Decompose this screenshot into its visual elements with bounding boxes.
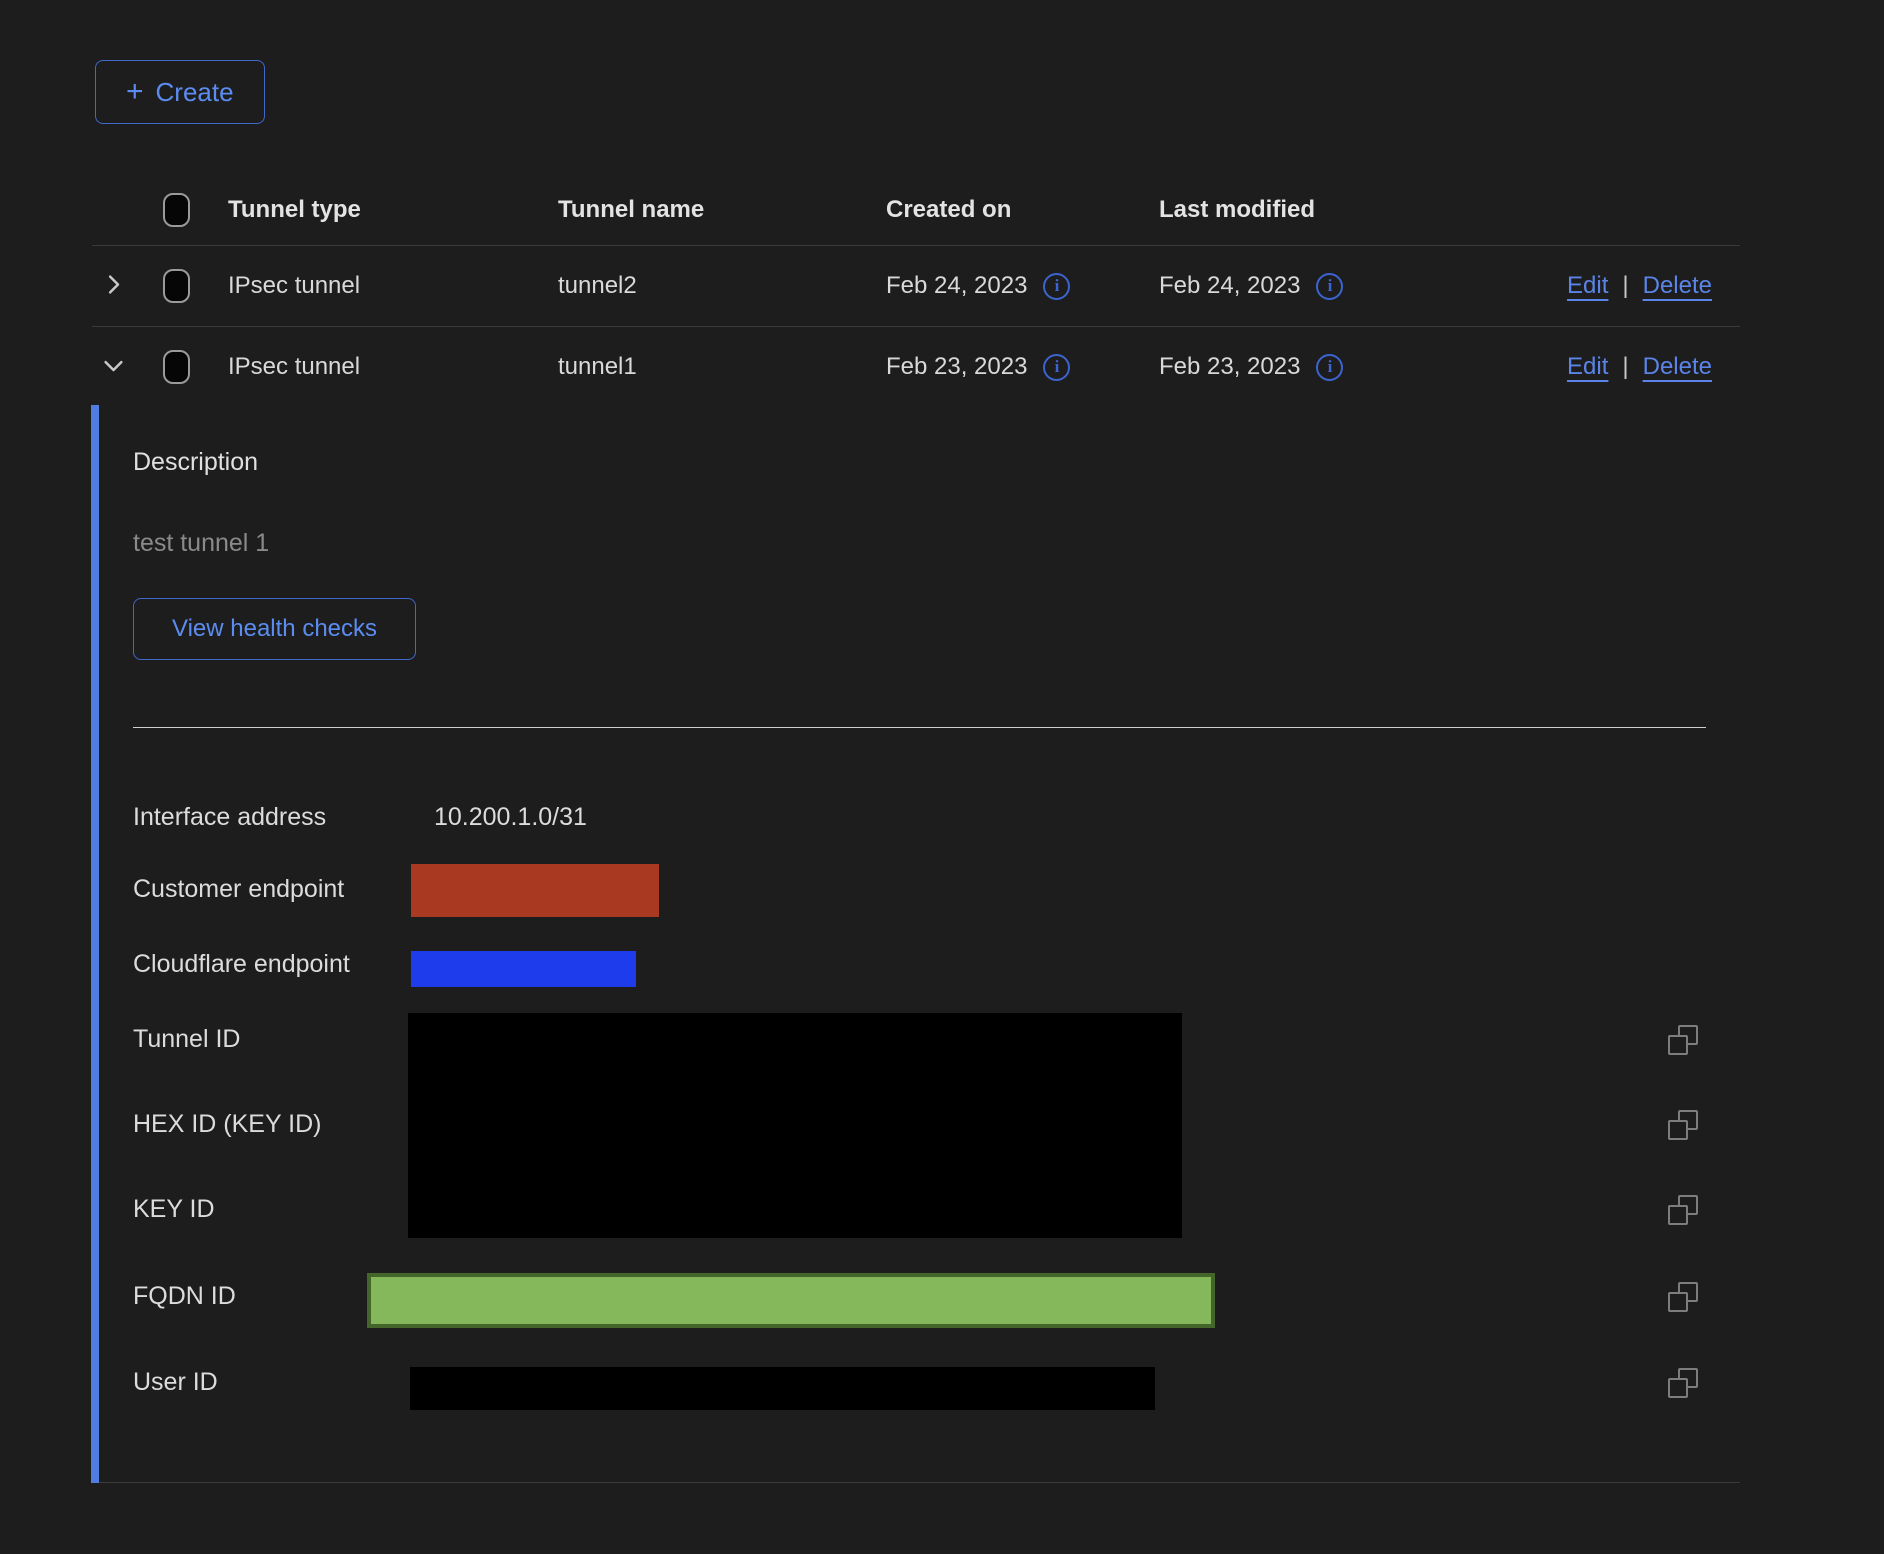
fqdn-id-redaction [367,1273,1215,1328]
row-checkbox[interactable] [163,350,190,384]
panel-bottom-divider [99,1482,1740,1483]
cell-last-modified: Feb 24, 2023 [1159,272,1300,300]
cell-tunnel-name: tunnel1 [558,353,886,381]
description-label: Description [133,448,258,477]
user-id-label: User ID [133,1368,218,1397]
header-tunnel-type: Tunnel type [228,196,558,224]
customer-endpoint-redaction [411,864,659,917]
section-divider [133,727,1706,728]
header-created-on: Created on [886,196,1159,224]
copy-key-id-button[interactable] [1668,1195,1698,1225]
table-header-row: Tunnel type Tunnel name Created on Last … [92,175,1740,246]
table-row-tunnel2: IPsec tunnel tunnel2 Feb 24, 2023 i Feb … [92,246,1740,327]
action-separator: | [1622,272,1628,300]
cell-tunnel-type: IPsec tunnel [228,353,558,381]
cloudflare-endpoint-redaction [411,951,636,987]
row-checkbox[interactable] [163,269,190,303]
copy-fqdn-id-button[interactable] [1668,1282,1698,1312]
collapse-row-button[interactable] [100,352,127,382]
select-all-checkbox[interactable] [163,193,190,227]
create-button[interactable]: + Create [95,60,265,124]
action-separator: | [1622,353,1628,381]
header-last-modified: Last modified [1159,196,1451,224]
edit-link[interactable]: Edit [1567,353,1608,381]
tunnels-table: Tunnel type Tunnel name Created on Last … [92,175,1740,407]
key-id-label: KEY ID [133,1195,215,1224]
edit-link[interactable]: Edit [1567,272,1608,300]
cloudflare-endpoint-label: Cloudflare endpoint [133,950,350,979]
cell-created-on: Feb 24, 2023 [886,272,1027,300]
expand-row-button[interactable] [100,271,127,301]
tunnel-hex-key-ids-redaction [408,1013,1182,1238]
tunnel-id-label: Tunnel ID [133,1025,240,1054]
expanded-row-indicator-bar [91,405,99,1483]
info-icon[interactable]: i [1316,354,1343,381]
user-id-redaction [410,1367,1155,1410]
info-icon[interactable]: i [1043,354,1070,381]
delete-link[interactable]: Delete [1643,353,1712,381]
description-value: test tunnel 1 [133,529,269,558]
tunnel1-details-panel: Description test tunnel 1 View health ch… [91,405,1740,1483]
copy-tunnel-id-button[interactable] [1668,1025,1698,1055]
cell-created-on: Feb 23, 2023 [886,353,1027,381]
table-row-tunnel1: IPsec tunnel tunnel1 Feb 23, 2023 i Feb … [92,327,1740,407]
cell-last-modified: Feb 23, 2023 [1159,353,1300,381]
copy-user-id-button[interactable] [1668,1368,1698,1398]
chevron-down-icon [100,352,127,382]
copy-hex-id-button[interactable] [1668,1110,1698,1140]
info-icon[interactable]: i [1043,273,1070,300]
interface-address-value: 10.200.1.0/31 [434,803,587,832]
chevron-right-icon [100,271,127,301]
delete-link[interactable]: Delete [1643,272,1712,300]
header-tunnel-name: Tunnel name [558,196,886,224]
view-health-checks-button[interactable]: View health checks [133,598,416,660]
info-icon[interactable]: i [1316,273,1343,300]
cell-tunnel-name: tunnel2 [558,272,886,300]
customer-endpoint-label: Customer endpoint [133,875,344,904]
hex-id-label: HEX ID (KEY ID) [133,1110,321,1139]
tunnels-page: + Create Tunnel type Tunnel name Created… [0,0,1884,1554]
cell-tunnel-type: IPsec tunnel [228,272,558,300]
interface-address-label: Interface address [133,803,326,832]
create-button-label: Create [156,77,234,108]
fqdn-id-label: FQDN ID [133,1282,236,1311]
plus-icon: + [126,77,144,107]
